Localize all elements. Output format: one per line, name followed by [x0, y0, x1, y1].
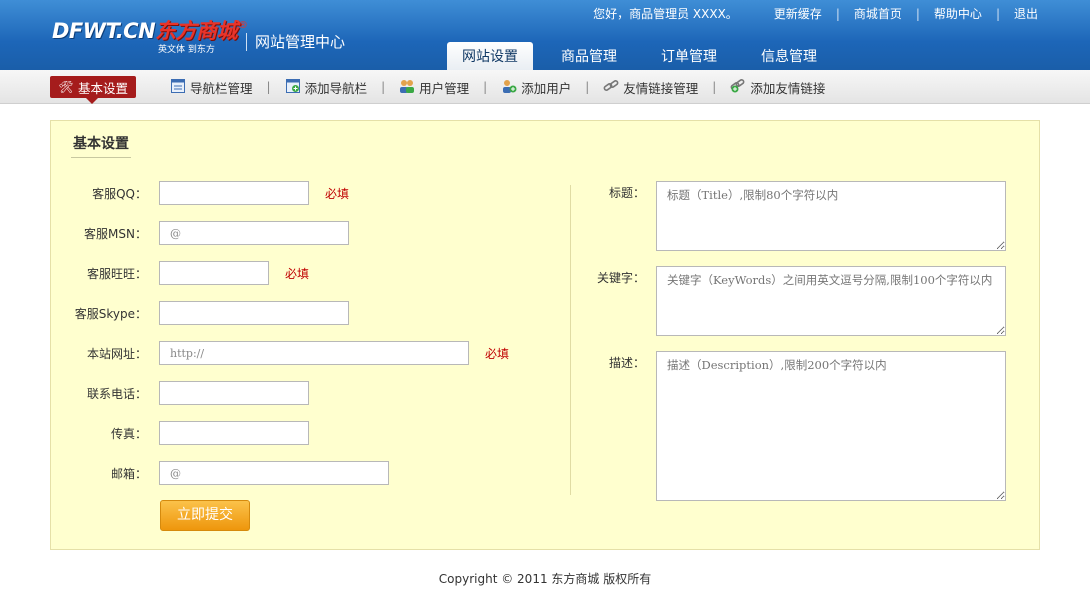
users-icon	[399, 79, 415, 95]
required-mark: 必填	[285, 266, 310, 281]
phone-label: 联系电话：	[86, 386, 147, 401]
tab-site-settings[interactable]: 网站设置	[447, 42, 533, 70]
main-tabs: 网站设置 商品管理 订单管理 信息管理	[447, 42, 847, 70]
seo-title-textarea[interactable]	[656, 181, 1006, 251]
phone-input[interactable]	[159, 381, 309, 405]
qq-label: 客服QQ：	[92, 186, 147, 201]
divider: |	[585, 80, 590, 94]
form-row-fax: 传真：	[51, 421, 309, 445]
subnav-nav-management[interactable]: 导航栏管理	[170, 76, 253, 98]
site-logo[interactable]: DFWT.CN东方商城 ® 英文体 到东方	[52, 18, 248, 55]
required-mark: 必填	[485, 346, 510, 361]
fax-input[interactable]	[159, 421, 309, 445]
divider: |	[483, 80, 488, 94]
form-row-msn: 客服MSN：	[51, 221, 349, 245]
submit-button[interactable]: 立即提交	[160, 500, 250, 531]
footer-copyright: Copyright © 2011 东方商城 版权所有	[438, 572, 652, 586]
form-row-seo-title: 标题：	[581, 181, 1006, 251]
qq-input[interactable]	[159, 181, 309, 205]
site-url-input[interactable]	[159, 341, 469, 365]
form-row-seo-keywords: 关键字：	[581, 266, 1006, 336]
skype-input[interactable]	[159, 301, 349, 325]
header: DFWT.CN东方商城 ® 英文体 到东方 网站管理中心 您好，商品管理员 XX…	[0, 0, 1090, 70]
tab-order-management[interactable]: 订单管理	[647, 42, 731, 70]
fax-label: 传真：	[110, 426, 147, 441]
divider: |	[712, 80, 717, 94]
wangwang-label: 客服旺旺：	[86, 266, 147, 281]
skype-label: 客服Skype：	[74, 306, 147, 321]
top-links: 您好，商品管理员 XXXX。 更新缓存 | 商城首页 | 帮助中心 | 退出	[593, 6, 1038, 22]
user-greeting: 您好，商品管理员 XXXX。	[593, 7, 738, 21]
logo-text-en: DFWT.CN	[52, 19, 156, 43]
form-row-qq: 客服QQ： 必填	[51, 181, 349, 205]
divider: |	[381, 80, 386, 94]
subnav-basic-settings[interactable]: 🛠 基本设置	[50, 76, 137, 104]
registered-mark-icon: ®	[238, 20, 248, 31]
form-row-email: 邮箱：	[51, 461, 389, 485]
help-center-link[interactable]: 帮助中心	[934, 6, 982, 22]
site-url-label: 本站网址：	[86, 346, 147, 361]
logout-link[interactable]: 退出	[1014, 6, 1038, 22]
logo-text-cn: 东方商城	[155, 19, 238, 43]
sub-navigation: 🛠 基本设置 导航栏管理 | 添加导航栏 | 用户管理 | 添加用户 | 友情链…	[0, 70, 1090, 104]
seo-title-label: 标题：	[608, 186, 645, 200]
email-input[interactable]	[159, 461, 389, 485]
seo-keywords-textarea[interactable]	[656, 266, 1006, 336]
shop-home-link[interactable]: 商城首页	[854, 6, 902, 22]
divider: |	[835, 7, 840, 21]
form-row-seo-description: 描述：	[581, 351, 1006, 501]
window-add-icon	[285, 79, 301, 95]
column-divider	[570, 185, 571, 495]
form-row-skype: 客服Skype：	[51, 301, 349, 325]
tools-icon: 🛠	[58, 80, 74, 94]
msn-input[interactable]	[159, 221, 349, 245]
divider: |	[266, 80, 271, 94]
divider: |	[995, 7, 1000, 21]
link-icon	[603, 79, 619, 95]
site-title: 网站管理中心	[246, 33, 345, 51]
logo-slogan: 英文体 到东方	[158, 45, 215, 55]
refresh-cache-link[interactable]: 更新缓存	[774, 6, 822, 22]
msn-label: 客服MSN：	[84, 226, 147, 241]
tab-product-management[interactable]: 商品管理	[547, 42, 631, 70]
required-mark: 必填	[325, 186, 350, 201]
form-row-phone: 联系电话：	[51, 381, 309, 405]
seo-keywords-label: 关键字：	[596, 271, 645, 285]
subnav-add-user[interactable]: 添加用户	[501, 76, 571, 98]
subnav-add-link[interactable]: 添加友情链接	[730, 76, 825, 98]
link-add-icon	[730, 79, 746, 95]
window-icon	[170, 79, 186, 95]
tab-info-management[interactable]: 信息管理	[747, 42, 831, 70]
subnav-add-nav[interactable]: 添加导航栏	[285, 76, 367, 98]
subnav-link-management[interactable]: 友情链接管理	[603, 76, 698, 98]
subnav-user-management[interactable]: 用户管理	[399, 76, 469, 98]
wangwang-input[interactable]	[159, 261, 269, 285]
form-row-wangwang: 客服旺旺： 必填	[51, 261, 309, 285]
email-label: 邮箱：	[110, 466, 147, 481]
panel-title: 基本设置	[71, 133, 131, 158]
form-row-site-url: 本站网址： 必填	[51, 341, 509, 365]
divider: |	[915, 7, 920, 21]
seo-description-textarea[interactable]	[656, 351, 1006, 501]
user-add-icon	[501, 79, 517, 95]
seo-description-label: 描述：	[608, 356, 645, 370]
settings-panel: 基本设置 客服QQ： 必填 客服MSN： 客服旺旺： 必填 客服Skype： 本…	[50, 120, 1040, 550]
